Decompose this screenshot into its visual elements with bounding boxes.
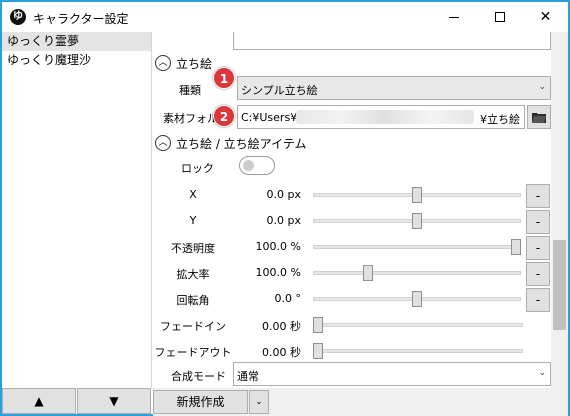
param-label: 拡大率 [176, 268, 210, 281]
slider-thumb[interactable] [362, 265, 373, 281]
new-options-button[interactable]: ⌄ [249, 390, 269, 414]
param-value[interactable]: 0.0 ° [231, 292, 302, 305]
param-value[interactable]: 0.0 px [231, 188, 301, 201]
callout-badge-1: 1 [213, 67, 235, 89]
scroll-thumb[interactable] [553, 240, 566, 330]
reset-button[interactable]: - [526, 236, 550, 260]
character-item-reimu[interactable]: ゆっくり霊夢 [2, 32, 151, 51]
param-label: Y [189, 214, 197, 227]
section-header-tachie[interactable]: ︿ 立ち絵 [155, 53, 212, 73]
character-item-marisa[interactable]: ゆっくり魔理沙 [2, 51, 151, 70]
chevron-down-icon: ⌄ [538, 368, 546, 378]
slider-track[interactable] [313, 323, 523, 327]
move-down-button[interactable]: ▼ [77, 388, 151, 414]
maximize-button[interactable] [478, 2, 523, 32]
title-bar: ゆ キャラクター設定 ✕ [2, 2, 568, 32]
settings-panel: ▼ ︿ 立ち絵 種類 シンプル立ち絵 ⌄ 素材フォル C:¥Users¥ ¥立ち… [153, 32, 551, 388]
minimize-button[interactable] [432, 2, 477, 32]
collapse-icon: ︿ [155, 55, 171, 71]
slider-track[interactable] [313, 245, 521, 249]
param-value[interactable]: 100.0 % [231, 240, 301, 253]
blend-mode-value: 通常 [237, 370, 259, 383]
slider-thumb[interactable] [412, 187, 422, 203]
new-character-button[interactable]: 新規作成 [153, 390, 248, 414]
param-label: 回転角 [176, 294, 210, 307]
maximize-icon [495, 12, 505, 22]
close-button[interactable]: ✕ [523, 2, 568, 32]
slider-thumb[interactable] [511, 239, 521, 255]
param-value[interactable]: 100.0 % [231, 266, 301, 279]
folder-path-field[interactable]: C:¥Users¥ ¥立ち絵 [237, 105, 525, 129]
param-value[interactable]: 0.00 秒 [231, 344, 301, 360]
blend-mode-label: 合成モード [171, 370, 226, 383]
window-title: キャラクター設定 [33, 12, 129, 26]
close-icon: ✕ [539, 9, 552, 25]
collapse-icon: ︿ [155, 135, 171, 151]
lock-toggle[interactable] [239, 156, 275, 175]
vertical-scrollbar[interactable] [551, 32, 568, 388]
callout-badge-2: 2 [213, 105, 235, 127]
reset-button[interactable]: - [526, 184, 550, 208]
param-label: フェードアウト [154, 346, 232, 359]
chevron-down-icon: ⌄ [538, 82, 546, 92]
list-nav: ▲ ▼ [2, 388, 152, 416]
toggle-knob [243, 160, 254, 171]
type-combo[interactable]: シンプル立ち絵 ⌄ [237, 76, 551, 100]
redacted-path [296, 110, 474, 124]
folder-icon [532, 113, 546, 123]
type-value: シンプル立ち絵 [241, 84, 318, 97]
type-label: 種類 [179, 84, 201, 97]
section-header-items[interactable]: ︿ 立ち絵 / 立ち絵アイテム [155, 133, 306, 153]
param-label: フェードイン [160, 320, 226, 333]
section-title: 立ち絵 [176, 56, 213, 71]
path-prefix: C:¥Users¥ [241, 111, 298, 124]
minimize-icon [449, 17, 459, 18]
reset-button[interactable]: - [526, 262, 550, 286]
voice-dropdown[interactable]: ▼ [233, 32, 551, 50]
reset-button[interactable]: - [526, 210, 550, 234]
slider-track[interactable] [313, 349, 523, 353]
param-value[interactable]: 0.00 秒 [231, 318, 301, 334]
param-value[interactable]: 0.0 px [231, 214, 301, 227]
app-icon: ゆ [10, 9, 26, 25]
slider-thumb[interactable] [412, 213, 422, 229]
character-settings-window: ゆ キャラクター設定 ✕ ゆっくり霊夢 ゆっくり魔理沙 ▲ ▼ ▼ ︿ 立ち絵 … [0, 0, 570, 416]
character-list: ゆっくり霊夢 ゆっくり魔理沙 [2, 32, 152, 388]
browse-folder-button[interactable] [527, 105, 551, 129]
slider-track[interactable] [313, 271, 521, 275]
folder-label: 素材フォル [163, 112, 218, 125]
slider-thumb[interactable] [313, 317, 323, 333]
slider-thumb[interactable] [313, 343, 323, 359]
section-title: 立ち絵 / 立ち絵アイテム [176, 136, 307, 151]
slider-thumb[interactable] [412, 291, 422, 307]
param-label: X [189, 188, 197, 201]
move-up-button[interactable]: ▲ [2, 388, 76, 414]
param-label: 不透明度 [171, 242, 215, 255]
lock-label: ロック [181, 162, 214, 175]
reset-button[interactable]: - [526, 288, 550, 312]
blend-mode-combo[interactable]: 通常 ⌄ [233, 362, 551, 386]
footer-bar: 新規作成 ⌄ [153, 388, 568, 416]
path-suffix: ¥立ち絵 [480, 113, 520, 126]
